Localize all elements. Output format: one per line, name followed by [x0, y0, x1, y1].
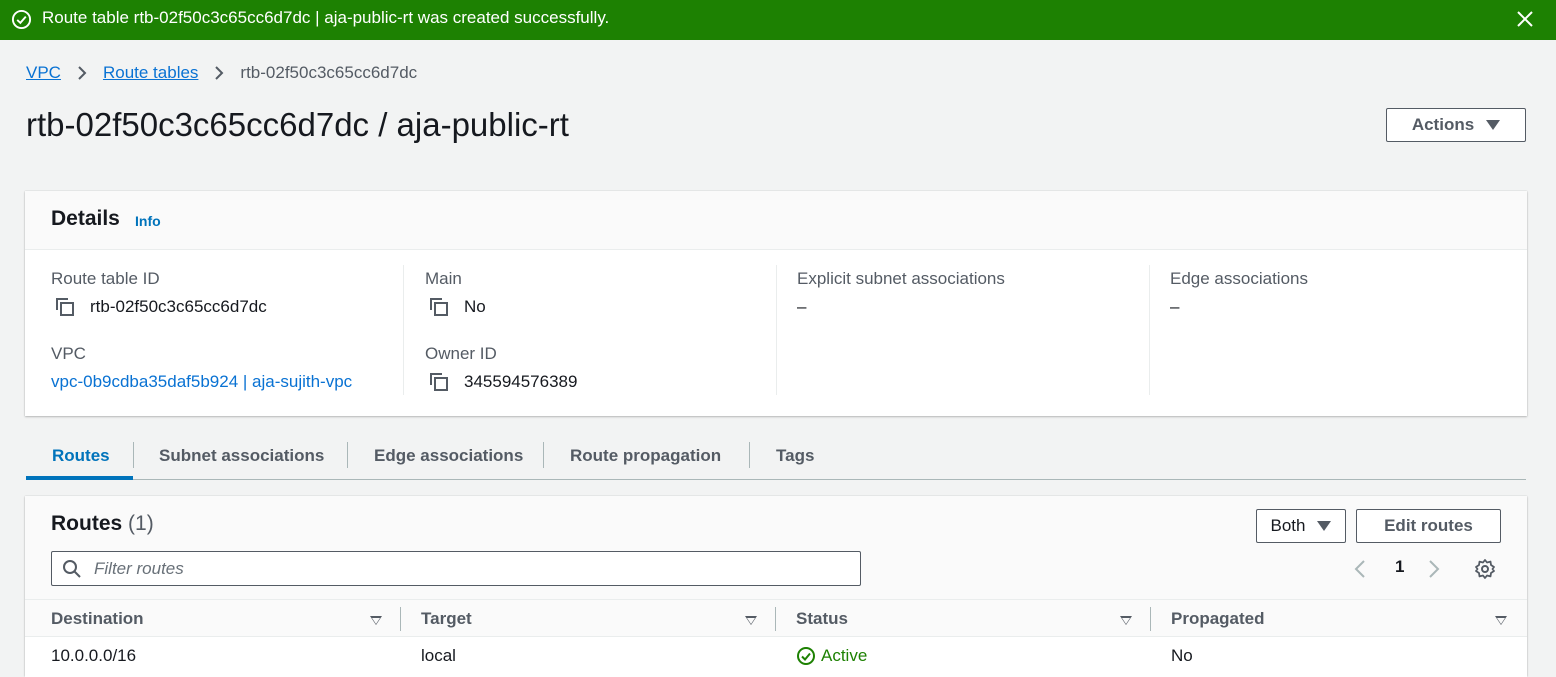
routes-title-text: Routes: [51, 512, 123, 535]
copy-icon[interactable]: [54, 296, 76, 318]
details-title: Details: [51, 207, 120, 230]
cell-target: local: [421, 646, 456, 665]
edge-associations-value: –: [1170, 297, 1180, 316]
vpc-label: VPC: [51, 344, 86, 363]
copy-icon[interactable]: [428, 296, 450, 318]
tab-separator: [543, 442, 544, 468]
info-link[interactable]: Info: [135, 213, 161, 229]
cell-status: Active: [796, 646, 867, 666]
routes-count: (1): [128, 512, 154, 535]
route-filter-select-value: Both: [1270, 516, 1306, 535]
column-divider: [1149, 265, 1150, 395]
routes-table-header: Destination Target Status Propagated: [25, 599, 1527, 637]
details-header: Details Info: [25, 191, 1527, 250]
sort-icon[interactable]: [745, 616, 757, 625]
breadcrumb-current: rtb-02f50c3c65cc6d7dc: [240, 63, 418, 82]
tab-tags[interactable]: Tags: [776, 432, 814, 479]
tab-routes[interactable]: Routes: [52, 432, 110, 479]
column-resizer[interactable]: [400, 607, 401, 631]
column-header-status[interactable]: Status: [796, 609, 848, 629]
tab-separator: [347, 442, 348, 468]
flash-message: Route table rtb-02f50c3c65cc6d7dc | aja-…: [42, 8, 610, 27]
chevron-right-icon[interactable]: [1427, 559, 1441, 579]
column-header-target[interactable]: Target: [421, 609, 472, 629]
cell-destination: 10.0.0.0/16: [51, 646, 137, 665]
column-resizer[interactable]: [775, 607, 776, 631]
vpc-link[interactable]: vpc-0b9cdba35daf5b924 | aja-sujith-vpc: [51, 371, 352, 393]
active-tab-indicator: [26, 476, 133, 480]
filter-routes-input[interactable]: [92, 556, 832, 581]
breadcrumb-vpc-link[interactable]: VPC: [26, 63, 61, 83]
actions-button-label: Actions: [1411, 115, 1475, 134]
edit-routes-button[interactable]: Edit routes: [1356, 509, 1501, 543]
tab-edge-associations[interactable]: Edge associations: [374, 432, 523, 479]
column-divider: [776, 265, 777, 395]
chevron-left-icon[interactable]: [1353, 559, 1367, 579]
status-text: Active: [821, 646, 868, 665]
route-filter-select[interactable]: Both: [1256, 509, 1346, 543]
breadcrumb-route-tables-link[interactable]: Route tables: [103, 63, 198, 83]
search-icon: [63, 560, 81, 578]
tab-separator: [749, 442, 750, 468]
sort-icon[interactable]: [370, 616, 382, 625]
copy-icon[interactable]: [428, 371, 450, 393]
owner-id-label: Owner ID: [425, 344, 497, 363]
tab-subnet-associations[interactable]: Subnet associations: [159, 432, 324, 479]
caret-down-icon: [1317, 521, 1332, 531]
gear-icon[interactable]: [1474, 558, 1496, 580]
explicit-subnet-value: –: [797, 297, 807, 316]
explicit-subnet-label: Explicit subnet associations: [797, 269, 1005, 288]
tab-list: Routes Subnet associations Edge associat…: [26, 432, 1526, 480]
actions-button[interactable]: Actions: [1386, 108, 1526, 142]
tab-separator: [133, 442, 134, 468]
route-table-id-value: rtb-02f50c3c65cc6d7dc: [90, 297, 267, 316]
column-resizer[interactable]: [1150, 607, 1151, 631]
route-table-id-label: Route table ID: [51, 269, 160, 288]
main-value: No: [464, 297, 486, 316]
page-number[interactable]: 1: [1395, 557, 1404, 577]
column-header-destination[interactable]: Destination: [51, 609, 144, 629]
success-flash-banner: Route table rtb-02f50c3c65cc6d7dc | aja-…: [0, 0, 1556, 40]
edge-associations-label: Edge associations: [1170, 269, 1308, 288]
success-check-icon: [797, 647, 815, 665]
column-divider: [403, 265, 404, 395]
cell-propagated: No: [1171, 646, 1193, 665]
close-icon[interactable]: [1515, 9, 1535, 29]
page-title: rtb-02f50c3c65cc6d7dc / aja-public-rt: [26, 106, 569, 143]
routes-panel: Routes (1) Both Edit routes 1 Destinatio…: [25, 496, 1527, 677]
owner-id-value: 345594576389: [464, 372, 578, 391]
table-row: 10.0.0.0/16 local Active No: [25, 637, 1527, 677]
sort-icon[interactable]: [1120, 616, 1132, 625]
column-header-propagated[interactable]: Propagated: [1171, 609, 1265, 629]
success-check-icon: [11, 9, 32, 30]
routes-title: Routes (1): [51, 510, 154, 538]
sort-icon[interactable]: [1495, 616, 1507, 625]
main-label: Main: [425, 269, 462, 288]
chevron-right-icon: [78, 66, 87, 80]
tab-route-propagation[interactable]: Route propagation: [570, 432, 721, 479]
caret-down-icon: [1486, 120, 1501, 130]
filter-routes-field[interactable]: [51, 551, 861, 586]
breadcrumb: VPC Route tables rtb-02f50c3c65cc6d7dc: [26, 61, 417, 85]
chevron-right-icon: [215, 66, 224, 80]
details-panel: Details Info Route table ID rtb-02f50c3c…: [25, 191, 1527, 416]
